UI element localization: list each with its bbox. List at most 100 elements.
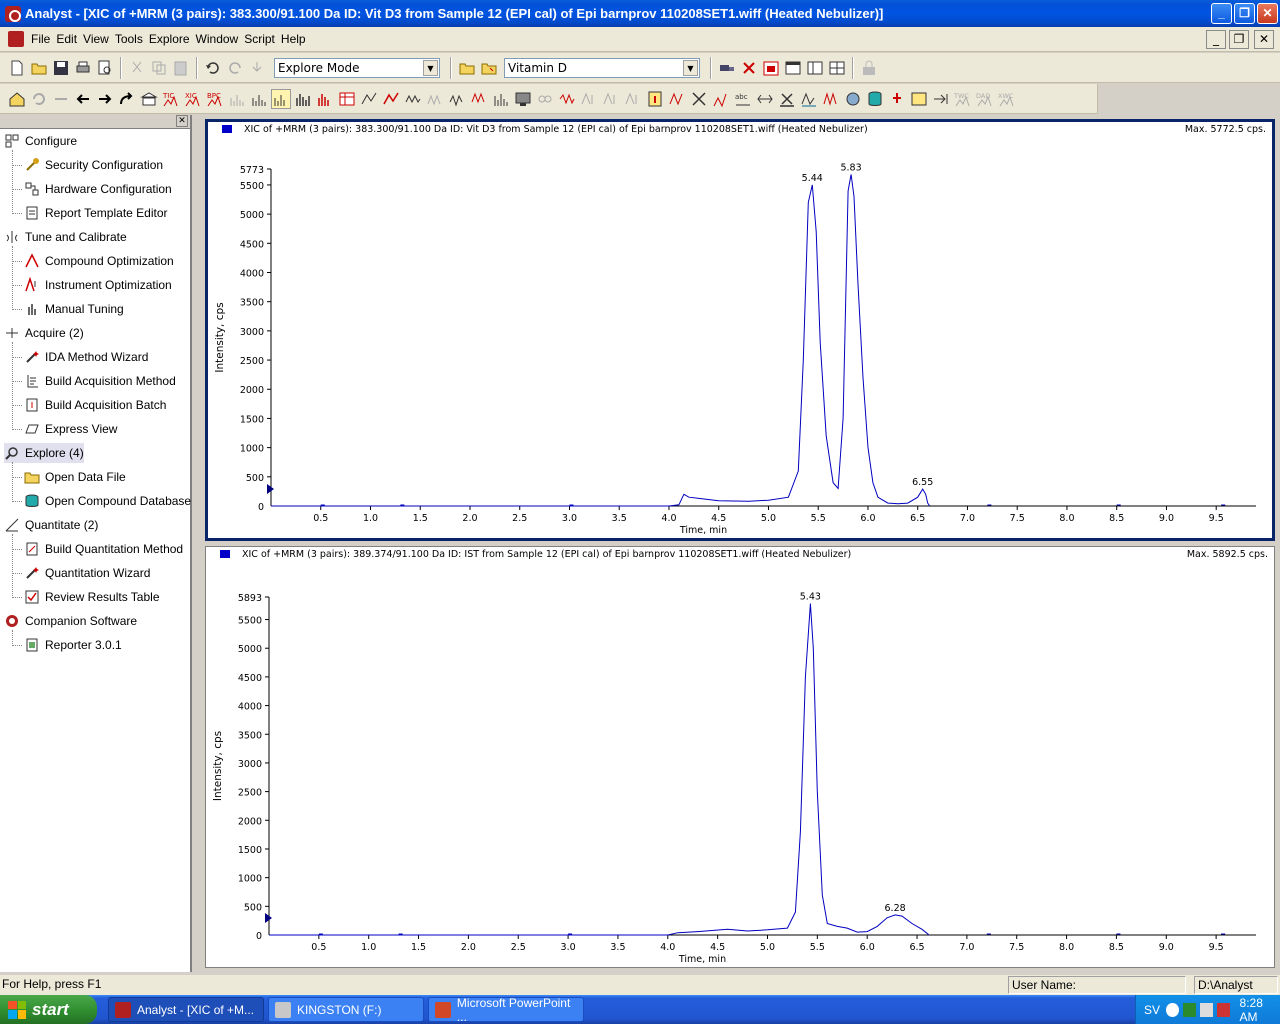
menu-script[interactable]: Script bbox=[241, 32, 278, 46]
baseline-icon[interactable] bbox=[800, 90, 818, 108]
print-icon[interactable] bbox=[74, 59, 92, 77]
cut-icon[interactable] bbox=[128, 59, 146, 77]
sidebar-item-configure[interactable]: Configure bbox=[4, 131, 77, 151]
sidebar-item-explore-4[interactable]: Explore (4) bbox=[4, 443, 84, 463]
redo-icon[interactable] bbox=[226, 59, 244, 77]
info-icon[interactable] bbox=[646, 90, 664, 108]
chromatogram-plot[interactable]: 0.5 1.0 1.5 2.0 2.5 3.0 3.5 4.0 4.5 5.0 5.5 6.0 6.5 7… bbox=[208, 122, 1272, 538]
arrow-left-icon[interactable] bbox=[74, 90, 92, 108]
peak-icon[interactable] bbox=[360, 90, 378, 108]
abc-icon[interactable]: abc bbox=[734, 90, 752, 108]
sidebar-item-compound-optimization[interactable]: Compound Optimization bbox=[24, 251, 174, 271]
xwc-icon[interactable]: XWC bbox=[998, 90, 1016, 108]
chromatogram-plot[interactable]: 0.5 1.0 1.5 2.0 2.5 3.0 3.5 4.0 4.5 5.0 5.5 6.0 6.5 7… bbox=[206, 547, 1274, 967]
sidebar-item-build-acquisition-batch[interactable]: Build Acquisition Batch bbox=[24, 395, 166, 415]
sidebar-item-hardware-configuration[interactable]: Hardware Configuration bbox=[24, 179, 172, 199]
tic-icon[interactable]: TIC bbox=[162, 90, 180, 108]
save-icon[interactable] bbox=[52, 59, 70, 77]
wave-icon[interactable] bbox=[448, 90, 466, 108]
bars2-icon[interactable] bbox=[492, 90, 510, 108]
chevron-left-icon[interactable] bbox=[1166, 1002, 1179, 1017]
doc-close-button[interactable]: ✕ bbox=[1254, 30, 1274, 49]
truck-icon[interactable] bbox=[718, 59, 736, 77]
menu-view[interactable]: View bbox=[80, 32, 112, 46]
sidebar-item-ida-method-wizard[interactable]: IDA Method Wizard bbox=[24, 347, 148, 367]
sidebar-item-report-template-editor[interactable]: Report Template Editor bbox=[24, 203, 168, 223]
dad-icon[interactable]: DAD bbox=[976, 90, 994, 108]
shield-icon[interactable] bbox=[1216, 1002, 1230, 1017]
peaks-gray-icon[interactable] bbox=[426, 90, 444, 108]
network-icon[interactable] bbox=[1182, 1002, 1196, 1017]
bpc-icon[interactable]: BPC bbox=[206, 90, 224, 108]
peak-label-icon[interactable] bbox=[712, 90, 730, 108]
bars-icon[interactable] bbox=[250, 90, 268, 108]
scale-icon[interactable] bbox=[756, 90, 774, 108]
new-icon[interactable] bbox=[8, 59, 26, 77]
project-folder-icon[interactable] bbox=[480, 59, 498, 77]
arrow-right-icon[interactable] bbox=[96, 90, 114, 108]
menu-help[interactable]: Help bbox=[278, 32, 309, 46]
link-gray-icon[interactable] bbox=[536, 90, 554, 108]
sidebar-item-instrument-optimization[interactable]: Instrument Optimization bbox=[24, 275, 172, 295]
lock-icon[interactable] bbox=[860, 59, 878, 77]
open-icon[interactable] bbox=[30, 59, 48, 77]
sidebar-item-open-compound-database[interactable]: Open Compound Database bbox=[24, 491, 191, 511]
restore-button[interactable]: ❐ bbox=[1234, 3, 1255, 24]
project-select[interactable]: Vitamin D ▼ bbox=[504, 57, 700, 78]
sidebar-item-open-data-file[interactable]: Open Data File bbox=[24, 467, 126, 487]
chromatogram-pane-ist[interactable]: XIC of +MRM (3 pairs): 389.374/91.100 Da… bbox=[205, 546, 1275, 968]
peak-arrows-icon[interactable] bbox=[668, 90, 686, 108]
menu-explore[interactable]: Explore bbox=[146, 32, 193, 46]
download-icon[interactable] bbox=[248, 59, 266, 77]
refresh-icon[interactable] bbox=[30, 90, 48, 108]
folder-icon[interactable] bbox=[458, 59, 476, 77]
x-scale-icon[interactable] bbox=[778, 90, 796, 108]
table-icon[interactable] bbox=[338, 90, 356, 108]
sidebar-item-quantitation-wizard[interactable]: Quantitation Wizard bbox=[24, 563, 150, 583]
sidebar-item-manual-tuning[interactable]: Manual Tuning bbox=[24, 299, 124, 319]
paste-icon[interactable] bbox=[172, 59, 190, 77]
grid-icon[interactable] bbox=[828, 59, 846, 77]
sidebar-item-build-quantitation-method[interactable]: Build Quantitation Method bbox=[24, 539, 183, 559]
layout-icon[interactable] bbox=[806, 59, 824, 77]
link-icon[interactable] bbox=[52, 90, 70, 108]
xic-icon[interactable]: XIC bbox=[184, 90, 202, 108]
spectrum-icon[interactable] bbox=[228, 90, 246, 108]
home-icon[interactable] bbox=[8, 90, 26, 108]
peak-red-icon[interactable] bbox=[382, 90, 400, 108]
language-indicator[interactable]: SV bbox=[1144, 1003, 1160, 1017]
task-kingston[interactable]: KINGSTON (F:) bbox=[268, 997, 424, 1022]
bank-icon[interactable] bbox=[140, 90, 158, 108]
minimize-button[interactable]: _ bbox=[1211, 3, 1232, 24]
ac-icon[interactable] bbox=[580, 90, 598, 108]
sidebar-item-quantitate-2[interactable]: Quantitate (2) bbox=[4, 515, 98, 535]
task-powerpoint[interactable]: Microsoft PowerPoint ... bbox=[428, 996, 584, 1024]
wave-red-icon[interactable] bbox=[470, 90, 488, 108]
database-icon[interactable] bbox=[866, 90, 884, 108]
twc-icon[interactable]: TWC bbox=[953, 90, 972, 108]
multi-peak-icon[interactable] bbox=[822, 90, 840, 108]
sidebar-item-tune-and-calibrate[interactable]: Tune and Calibrate bbox=[4, 227, 127, 247]
chevron-down-icon[interactable]: ▼ bbox=[423, 59, 438, 76]
menu-file[interactable]: File bbox=[28, 32, 53, 46]
sidebar-item-build-acquisition-method[interactable]: Build Acquisition Method bbox=[24, 371, 176, 391]
menu-window[interactable]: Window bbox=[193, 32, 242, 46]
ac2-icon[interactable] bbox=[602, 90, 620, 108]
close-button[interactable]: ✕ bbox=[1257, 3, 1278, 24]
print-preview-icon[interactable] bbox=[96, 59, 114, 77]
chevron-down-icon[interactable]: ▼ bbox=[683, 59, 698, 76]
chromatogram-pane-vitd3[interactable]: XIC of +MRM (3 pairs): 383.300/91.100 Da… bbox=[205, 119, 1275, 541]
sidebar-item-review-results-table[interactable]: Review Results Table bbox=[24, 587, 160, 607]
doc-minimize-button[interactable]: _ bbox=[1206, 30, 1226, 49]
highlight-icon[interactable] bbox=[271, 88, 291, 109]
pin-icon[interactable] bbox=[888, 90, 906, 108]
sidebar-item-companion-software[interactable]: Companion Software bbox=[4, 611, 137, 631]
cross-peaks-icon[interactable] bbox=[690, 90, 708, 108]
menu-edit[interactable]: Edit bbox=[53, 32, 80, 46]
delete-icon[interactable] bbox=[740, 59, 758, 77]
chart-peaks-icon[interactable] bbox=[316, 90, 334, 108]
sidebar-item-security-configuration[interactable]: Security Configuration bbox=[24, 155, 163, 175]
ac3-icon[interactable] bbox=[624, 90, 642, 108]
start-button[interactable]: start bbox=[0, 995, 97, 1024]
mode-select[interactable]: Explore Mode ▼ bbox=[274, 57, 440, 78]
